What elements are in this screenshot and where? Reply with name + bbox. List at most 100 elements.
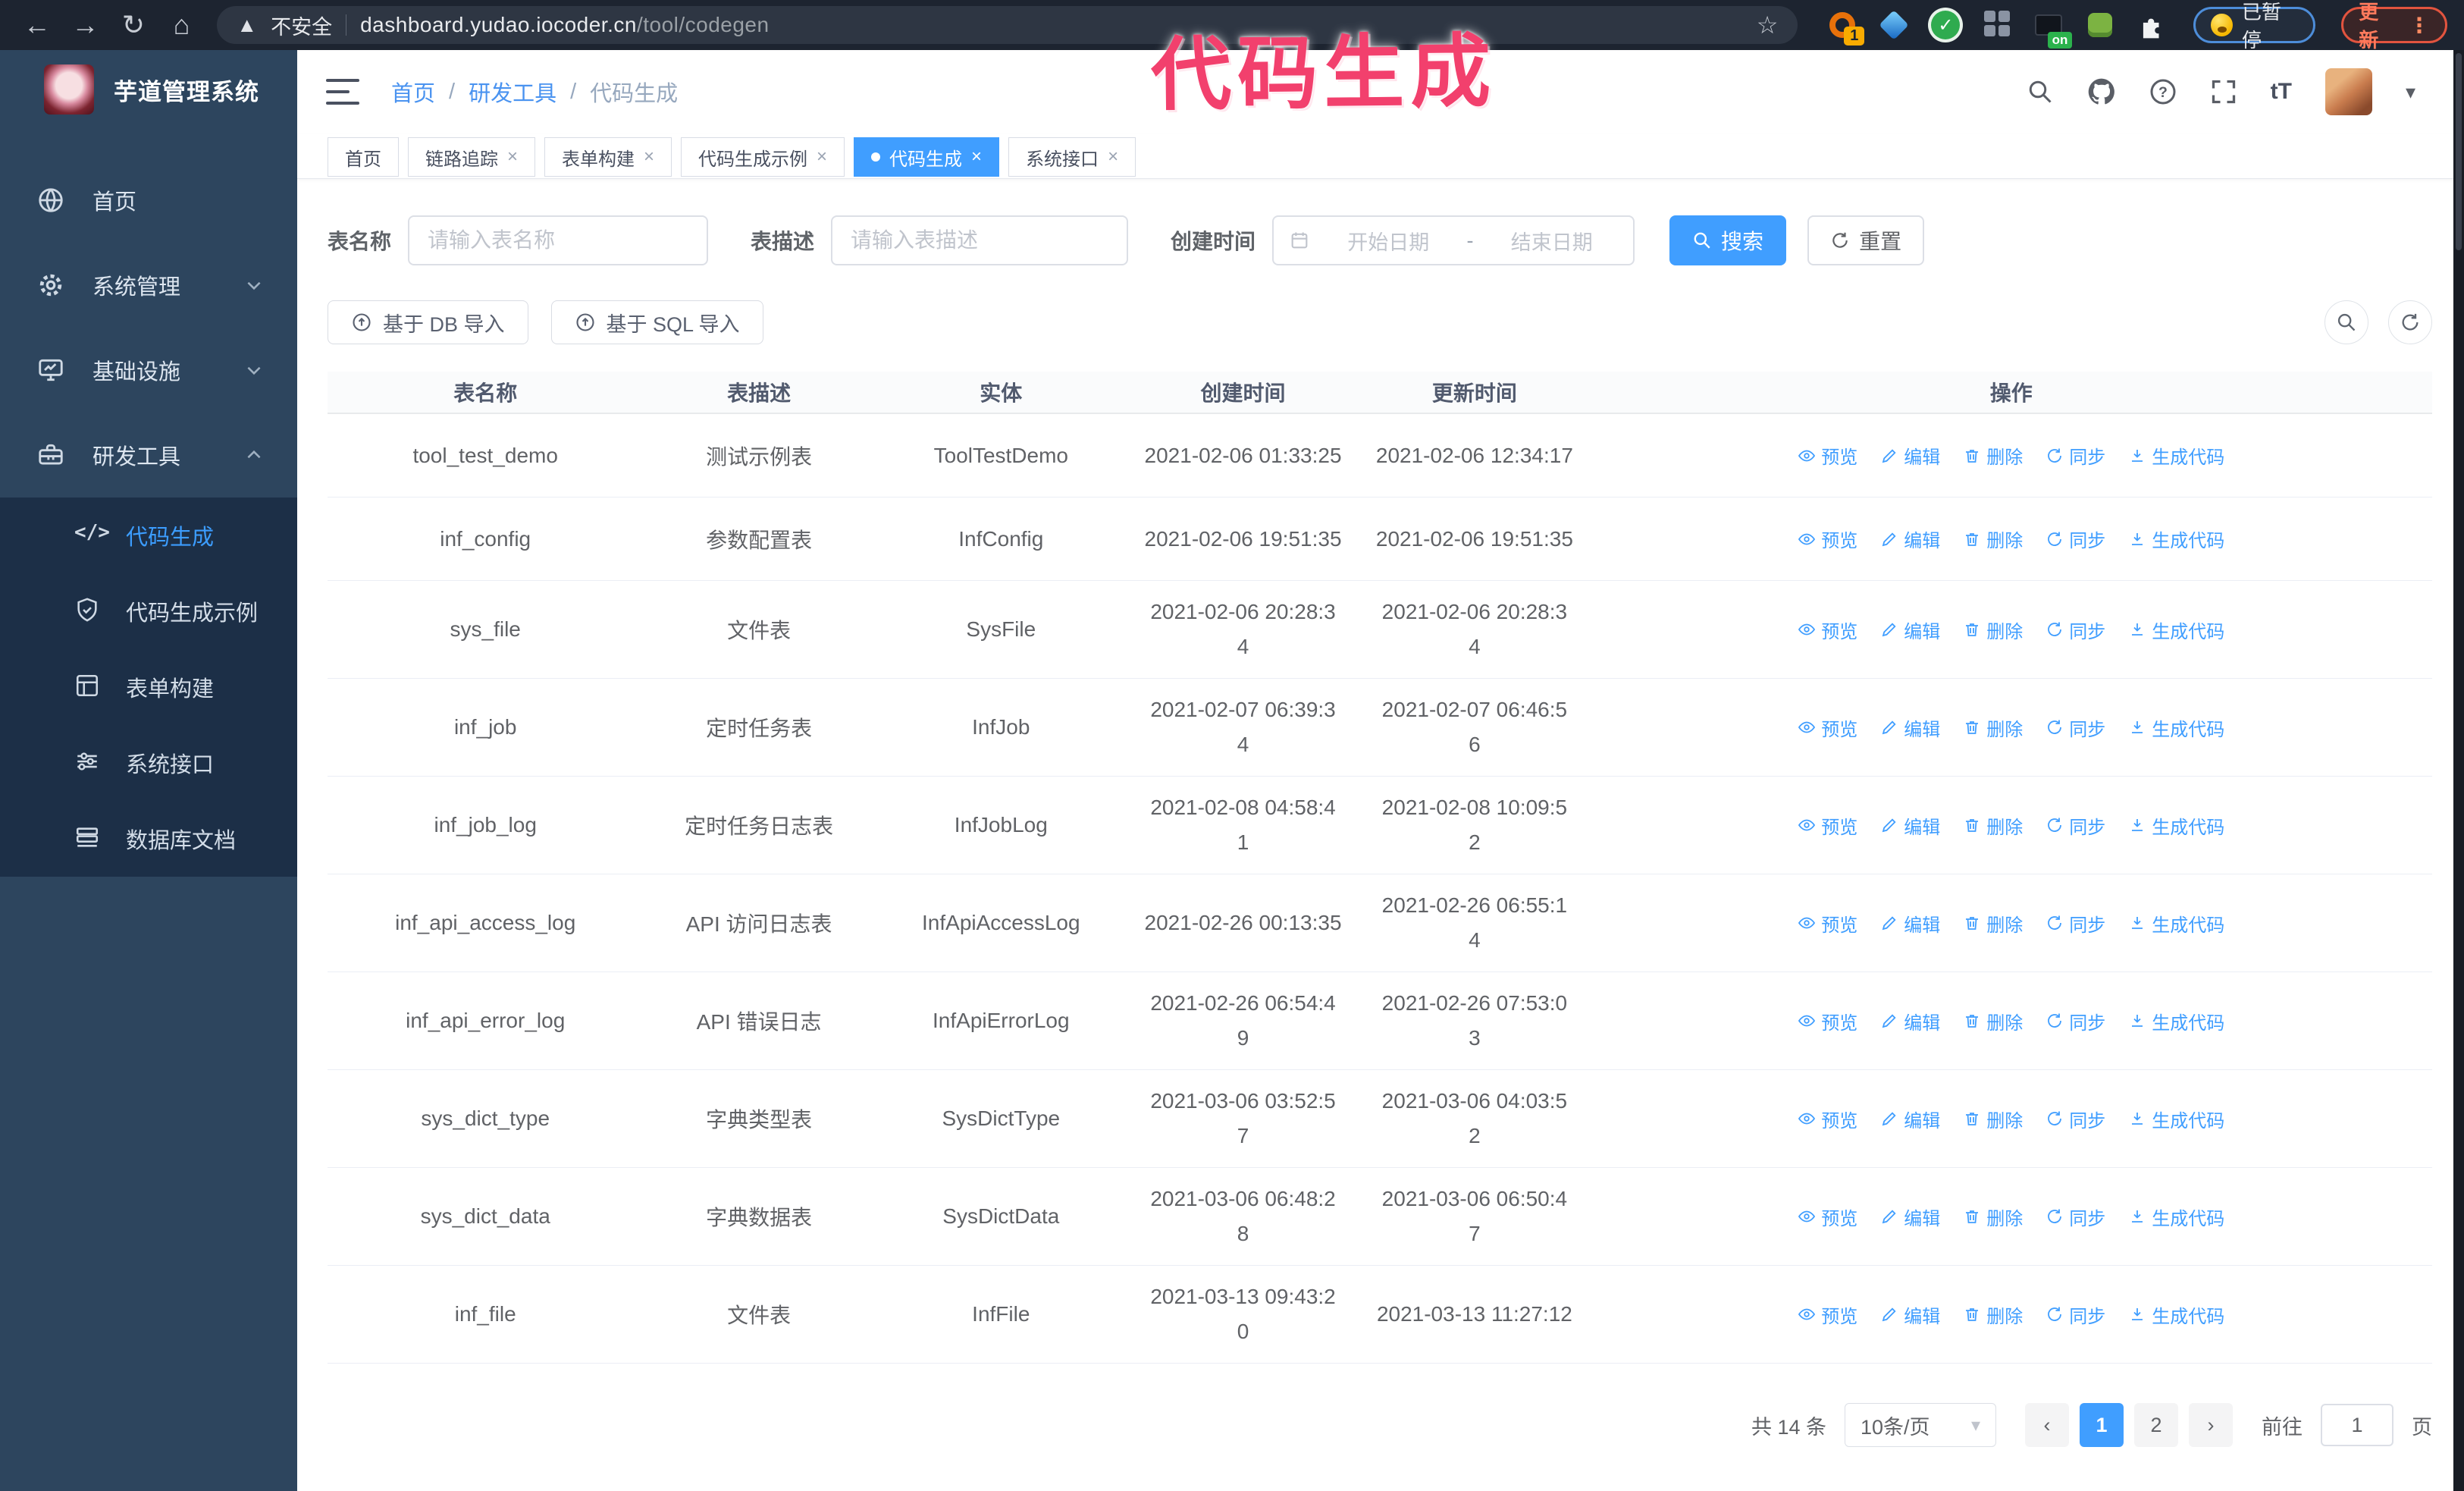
tab-codegen[interactable]: 代码生成 × <box>854 137 1000 177</box>
edit-link[interactable]: 编辑 <box>1880 910 1940 937</box>
extension-grid-icon[interactable] <box>1981 9 2013 41</box>
table-desc-input[interactable] <box>831 215 1129 265</box>
sync-link[interactable]: 同步 <box>2045 1106 2105 1132</box>
page-button-2[interactable]: 2 <box>2134 1403 2178 1447</box>
search-button[interactable]: 搜索 <box>1669 215 1787 265</box>
table-row[interactable]: sys_file 文件表 SysFile 2021-02-06 20:28:3 … <box>328 581 2432 679</box>
sync-link[interactable]: 同步 <box>2045 1301 2105 1328</box>
table-row[interactable]: inf_api_error_log API 错误日志 InfApiErrorLo… <box>328 972 2432 1070</box>
edit-link[interactable]: 编辑 <box>1880 812 1940 839</box>
extension-on-icon[interactable]: on <box>2033 9 2073 49</box>
avatar-caret-icon[interactable]: ▾ <box>2406 80 2415 104</box>
delete-link[interactable]: 删除 <box>1963 1204 2023 1230</box>
close-icon[interactable]: × <box>817 146 827 168</box>
generate-code-link[interactable]: 生成代码 <box>2128 812 2224 839</box>
sidebar-item-infra[interactable]: 基础设施 <box>0 328 297 413</box>
delete-link[interactable]: 删除 <box>1963 1008 2023 1034</box>
sidebar-item-home[interactable]: 首页 <box>0 158 297 243</box>
next-page-button[interactable]: › <box>2189 1403 2233 1447</box>
sidebar-item-codegen[interactable]: </> 代码生成 <box>0 498 297 573</box>
preview-link[interactable]: 预览 <box>1798 1106 1857 1132</box>
breadcrumb-home[interactable]: 首页 <box>391 76 435 108</box>
preview-link[interactable]: 预览 <box>1798 1204 1857 1230</box>
sidebar-collapse-icon[interactable] <box>326 79 359 105</box>
delete-link[interactable]: 删除 <box>1963 910 2023 937</box>
toggle-search-button[interactable] <box>2324 300 2368 344</box>
tab-home[interactable]: 首页 <box>328 137 399 177</box>
sync-link[interactable]: 同步 <box>2045 1204 2105 1230</box>
preview-link[interactable]: 预览 <box>1798 910 1857 937</box>
help-icon[interactable]: ? <box>2149 78 2177 105</box>
preview-link[interactable]: 预览 <box>1798 812 1857 839</box>
preview-link[interactable]: 预览 <box>1798 1301 1857 1328</box>
forward-icon[interactable]: → <box>65 4 106 46</box>
edit-link[interactable]: 编辑 <box>1880 1204 1940 1230</box>
tab-codegen-example[interactable]: 代码生成示例 × <box>681 137 845 177</box>
date-range-picker[interactable]: 开始日期 - 结束日期 <box>1272 215 1635 265</box>
sidebar-item-system[interactable]: 系统管理 <box>0 243 297 328</box>
extension-gem-icon[interactable] <box>1878 9 1910 41</box>
bookmark-star-icon[interactable]: ☆ <box>1757 11 1779 39</box>
preview-link[interactable]: 预览 <box>1798 617 1857 643</box>
preview-link[interactable]: 预览 <box>1798 1008 1857 1034</box>
extensions-puzzle-icon[interactable] <box>2136 9 2168 41</box>
generate-code-link[interactable]: 生成代码 <box>2128 1301 2224 1328</box>
preview-link[interactable]: 预览 <box>1798 714 1857 741</box>
page-scrollbar[interactable] <box>2453 50 2464 1491</box>
sync-link[interactable]: 同步 <box>2045 442 2105 469</box>
table-row[interactable]: inf_file 文件表 InfFile 2021-03-13 09:43:2 … <box>328 1266 2432 1364</box>
app-logo[interactable]: 芋道管理系统 <box>0 50 297 129</box>
sidebar-item-codegen-example[interactable]: 代码生成示例 <box>0 573 297 649</box>
github-icon[interactable] <box>2087 77 2116 106</box>
delete-link[interactable]: 删除 <box>1963 526 2023 552</box>
extension-ring-icon[interactable]: 1 <box>1826 9 1865 46</box>
delete-link[interactable]: 删除 <box>1963 812 2023 839</box>
preview-link[interactable]: 预览 <box>1798 526 1857 552</box>
extension-green-icon[interactable] <box>2084 9 2116 41</box>
edit-link[interactable]: 编辑 <box>1880 526 1940 552</box>
sidebar-item-system-api[interactable]: 系统接口 <box>0 725 297 801</box>
text-size-icon[interactable]: tT <box>2271 79 2292 105</box>
sync-link[interactable]: 同步 <box>2045 526 2105 552</box>
table-row[interactable]: inf_job_log 定时任务日志表 InfJobLog 2021-02-08… <box>328 777 2432 874</box>
tab-system-api[interactable]: 系统接口 × <box>1008 137 1136 177</box>
user-avatar[interactable] <box>2324 68 2372 115</box>
preview-link[interactable]: 预览 <box>1798 442 1857 469</box>
import-db-button[interactable]: 基于 DB 导入 <box>328 300 528 344</box>
generate-code-link[interactable]: 生成代码 <box>2128 442 2224 469</box>
generate-code-link[interactable]: 生成代码 <box>2128 526 2224 552</box>
edit-link[interactable]: 编辑 <box>1880 1301 1940 1328</box>
prev-page-button[interactable]: ‹ <box>2025 1403 2069 1447</box>
search-icon[interactable] <box>2027 78 2054 105</box>
breadcrumb-devtools[interactable]: 研发工具 <box>469 76 556 108</box>
generate-code-link[interactable]: 生成代码 <box>2128 1204 2224 1230</box>
reset-button[interactable]: 重置 <box>1807 215 1925 265</box>
edit-link[interactable]: 编辑 <box>1880 1106 1940 1132</box>
home-icon[interactable]: ⌂ <box>161 4 202 46</box>
edit-link[interactable]: 编辑 <box>1880 442 1940 469</box>
generate-code-link[interactable]: 生成代码 <box>2128 910 2224 937</box>
page-button-1[interactable]: 1 <box>2080 1403 2124 1447</box>
close-icon[interactable]: × <box>644 146 654 168</box>
edit-link[interactable]: 编辑 <box>1880 617 1940 643</box>
close-icon[interactable]: × <box>507 146 518 168</box>
table-name-input[interactable] <box>408 215 709 265</box>
delete-link[interactable]: 删除 <box>1963 1106 2023 1132</box>
update-browser-button[interactable]: 更新 ⋮ <box>2341 1 2448 52</box>
sync-link[interactable]: 同步 <box>2045 617 2105 643</box>
close-icon[interactable]: × <box>971 146 982 168</box>
fullscreen-icon[interactable] <box>2210 78 2237 105</box>
generate-code-link[interactable]: 生成代码 <box>2128 617 2224 643</box>
address-bar[interactable]: ▲ 不安全 dashboard.yudao.iocoder.cn/tool/co… <box>217 6 1798 44</box>
tab-trace[interactable]: 链路追踪 × <box>408 137 536 177</box>
goto-page-input[interactable] <box>2321 1404 2393 1446</box>
sidebar-item-devtools[interactable]: 研发工具 <box>0 413 297 498</box>
back-icon[interactable]: ← <box>17 4 58 46</box>
tab-form-builder[interactable]: 表单构建 × <box>544 137 672 177</box>
sidebar-item-form-builder[interactable]: 表单构建 <box>0 649 297 725</box>
generate-code-link[interactable]: 生成代码 <box>2128 714 2224 741</box>
sync-link[interactable]: 同步 <box>2045 1008 2105 1034</box>
table-row[interactable]: inf_config 参数配置表 InfConfig 2021-02-06 19… <box>328 498 2432 581</box>
import-sql-button[interactable]: 基于 SQL 导入 <box>550 300 763 344</box>
refresh-table-button[interactable] <box>2388 300 2432 344</box>
